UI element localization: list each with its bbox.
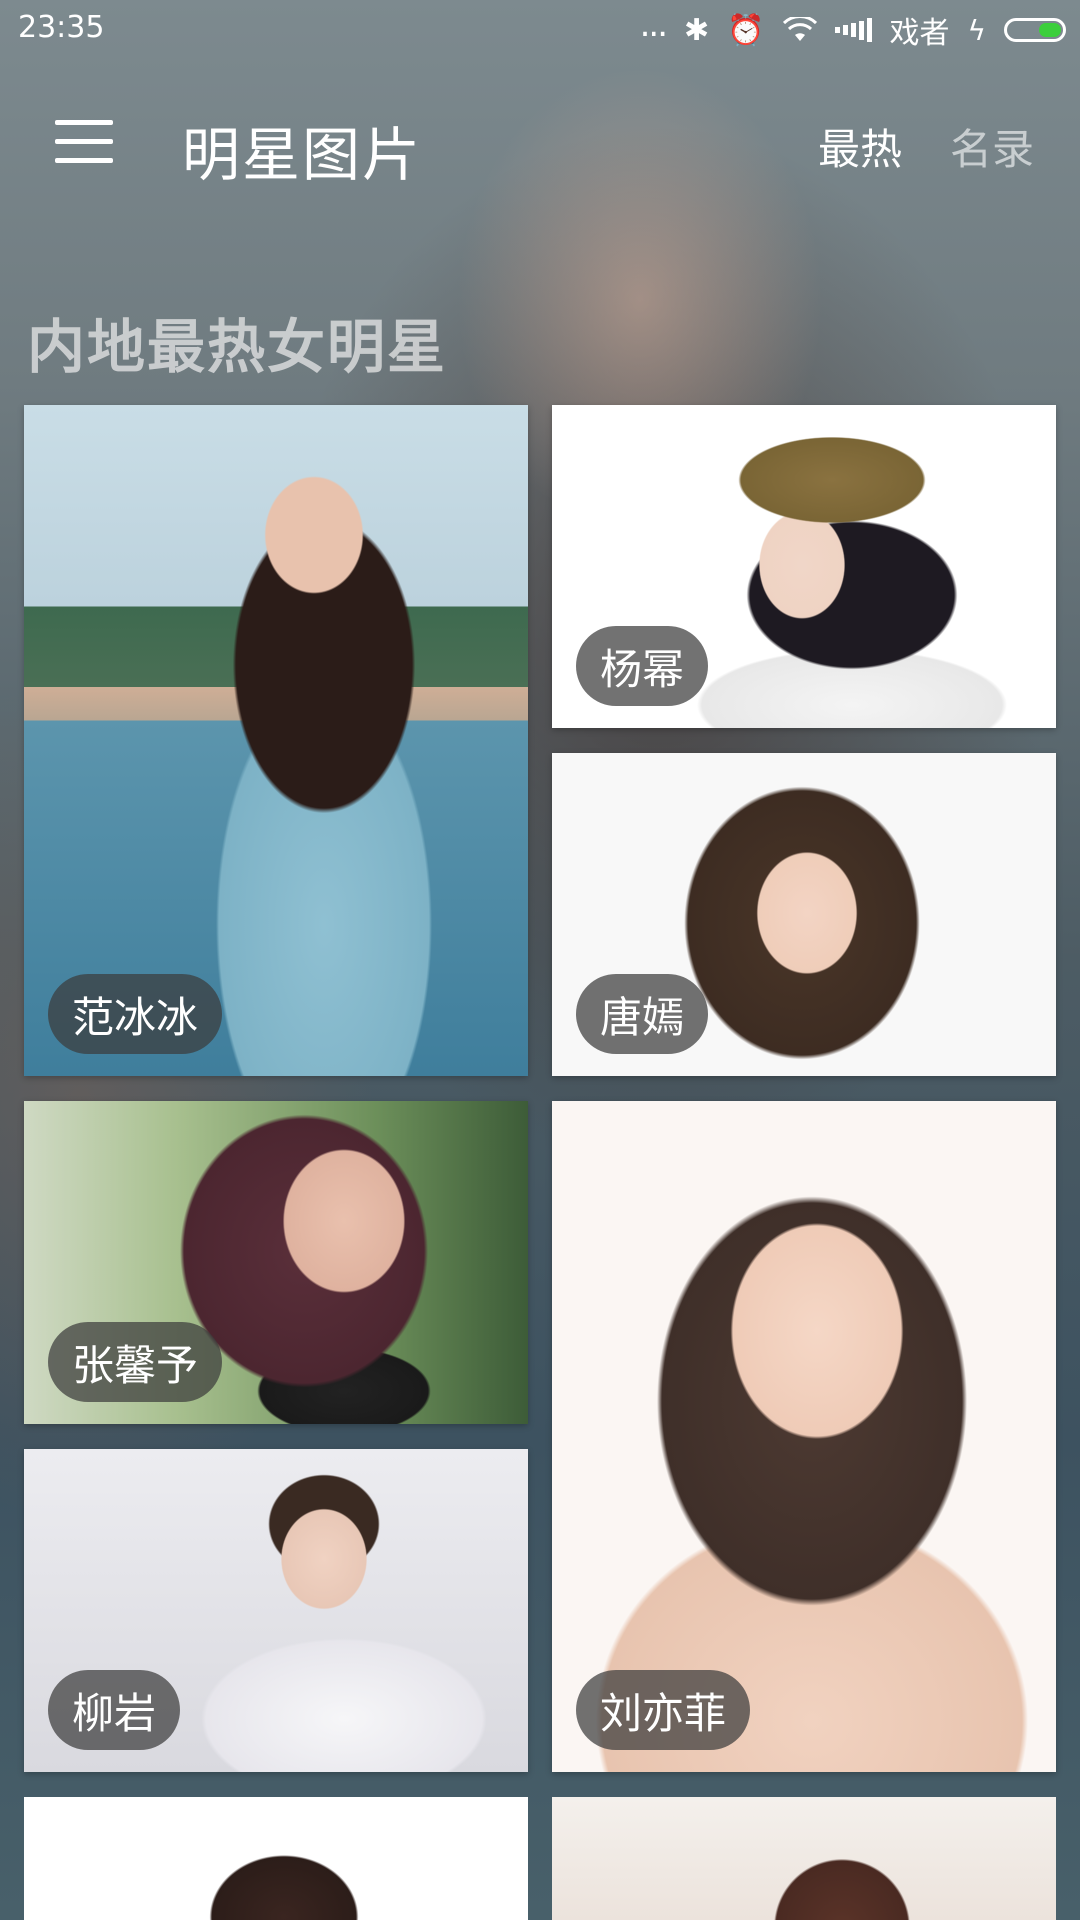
star-photo xyxy=(552,1797,1056,1920)
status-icons: ... ✱ ⏰ 戏者 ϟ xyxy=(639,5,1066,52)
star-name-label: 唐嫣 xyxy=(576,974,709,1054)
wifi-icon xyxy=(782,17,817,43)
section-title: 内地最热女明星 xyxy=(27,313,448,381)
carrier-name: 戏者 xyxy=(889,16,950,51)
app-bar: 明星图片 最热 名录 xyxy=(0,70,1080,220)
star-card-partial[interactable] xyxy=(24,1797,528,1920)
star-card-yang-mi[interactable]: 杨幂 xyxy=(552,405,1056,728)
tab-hot[interactable]: 最热 xyxy=(818,116,902,177)
app-title: 明星图片 xyxy=(182,121,423,189)
status-time: 23:35 xyxy=(18,10,105,45)
charging-icon: ϟ xyxy=(967,13,986,47)
star-card-fan-bingbing[interactable]: 范冰冰 xyxy=(24,405,528,1076)
tab-directory[interactable]: 名录 xyxy=(950,116,1034,177)
star-name-label: 刘亦菲 xyxy=(576,1670,751,1750)
star-name-label: 杨幂 xyxy=(576,626,709,706)
star-card-tang-yan[interactable]: 唐嫣 xyxy=(552,753,1056,1076)
star-name-label: 张馨予 xyxy=(48,1322,223,1402)
battery-icon xyxy=(1004,18,1066,42)
more-notifications-icon: ... xyxy=(639,5,668,45)
star-card-partial[interactable] xyxy=(552,1797,1056,1920)
hamburger-menu-icon[interactable] xyxy=(55,120,113,164)
star-card-zhang-xinyu[interactable]: 张馨予 xyxy=(24,1101,528,1424)
star-card-liu-yan[interactable]: 柳岩 xyxy=(24,1449,528,1772)
star-photo xyxy=(24,1797,528,1920)
star-card-liu-yifei[interactable]: 刘亦菲 xyxy=(552,1101,1056,1772)
signal-icon xyxy=(834,18,872,42)
star-name-label: 范冰冰 xyxy=(48,974,223,1054)
star-name-label: 柳岩 xyxy=(48,1670,181,1750)
alarm-icon: ⏰ xyxy=(727,12,765,48)
status-bar: 23:35 ... ✱ ⏰ 戏者 ϟ xyxy=(0,0,1080,62)
bluetooth-icon: ✱ xyxy=(684,12,710,48)
